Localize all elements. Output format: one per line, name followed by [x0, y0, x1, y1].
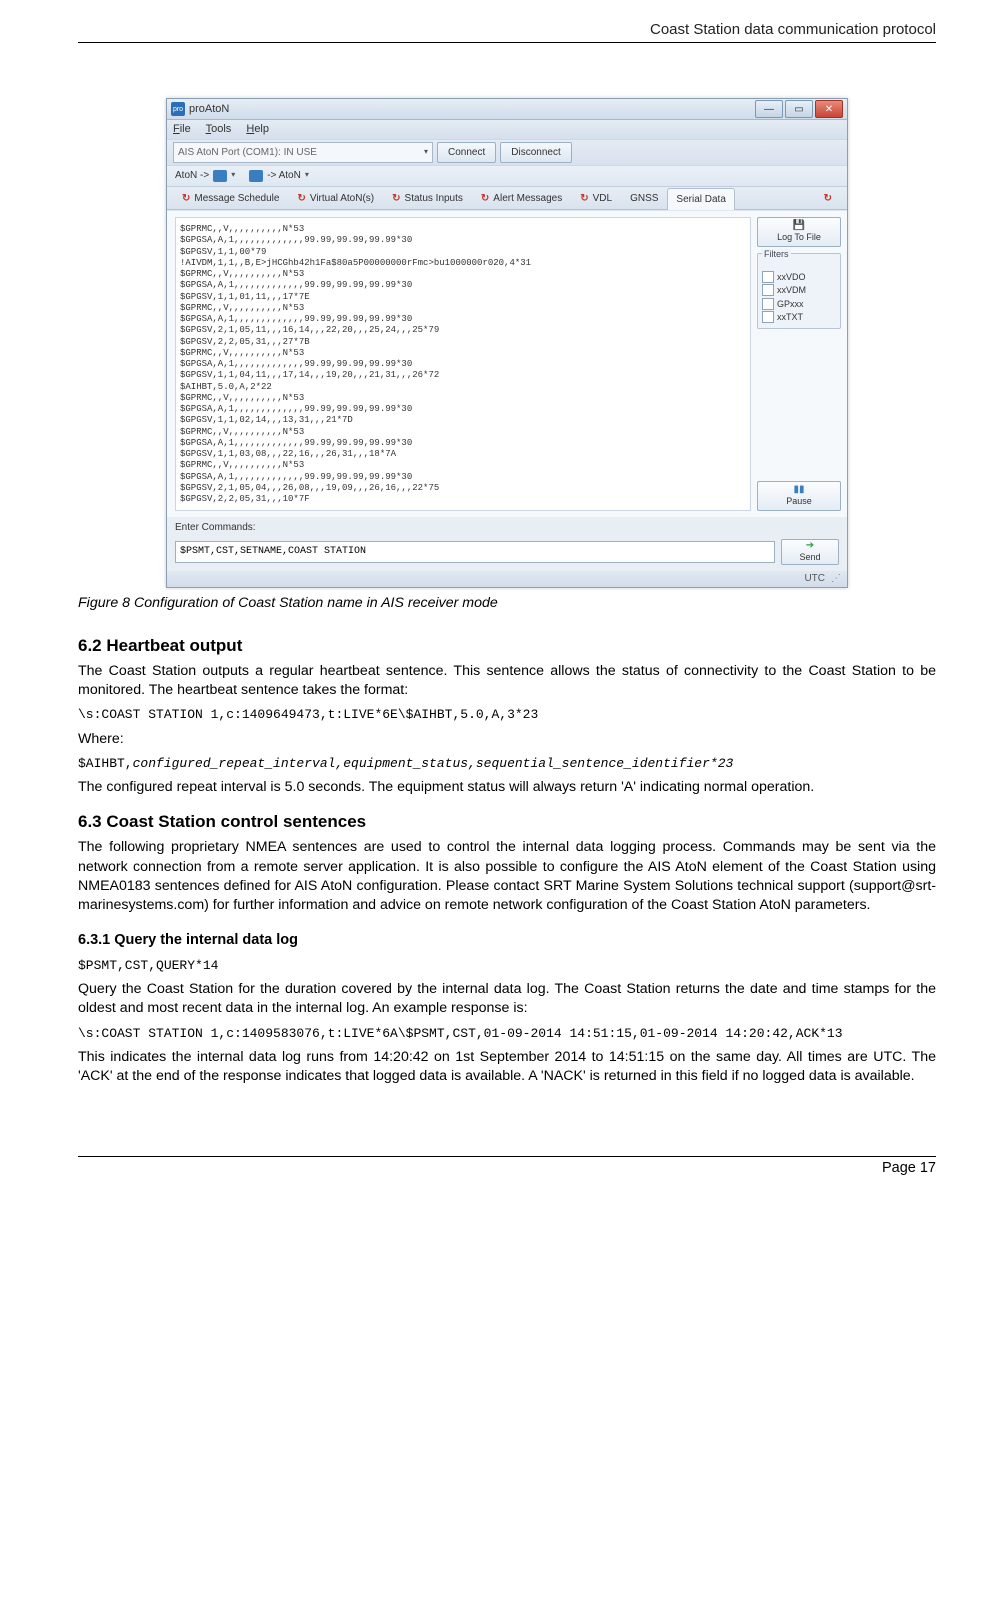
tab-virtual-atons[interactable]: ↻ Virtual AtoN(s): [288, 187, 383, 210]
section-6-2-code1: \s:COAST STATION 1,c:1409649473,t:LIVE*6…: [78, 706, 936, 724]
chevron-down-icon: ▾: [424, 147, 428, 158]
tab-label: Virtual AtoN(s): [310, 192, 374, 206]
tab-vdl[interactable]: ↻ VDL: [571, 187, 621, 210]
checkbox-icon: [762, 284, 774, 296]
code-literal: $AIHBT,: [78, 756, 133, 771]
menu-file[interactable]: File: [173, 123, 191, 135]
filter-label: xxVDO: [777, 271, 806, 283]
section-6-2-p2: The configured repeat interval is 5.0 se…: [78, 778, 936, 797]
tab-serial-data[interactable]: Serial Data: [667, 188, 734, 211]
section-6-2-title: 6.2 Heartbeat output: [78, 635, 936, 658]
app-window: pro proAtoN — ▭ ✕ File Tools Help AIS At…: [166, 98, 848, 587]
checkbox-icon: [762, 311, 774, 323]
app-title: proAtoN: [189, 102, 229, 117]
filter-gp[interactable]: GPxxx: [762, 298, 836, 310]
tab-message-schedule[interactable]: ↻ Message Schedule: [173, 187, 288, 210]
filters-group: Filters xxVDO xxVDM GPxxx xxTXT: [757, 253, 841, 329]
checkbox-icon: [762, 298, 774, 310]
section-6-2-p1: The Coast Station outputs a regular hear…: [78, 662, 936, 700]
app-titlebar: pro proAtoN — ▭ ✕: [167, 99, 847, 120]
tab-label: VDL: [593, 192, 612, 206]
page-footer: Page 17: [78, 1156, 936, 1179]
tab-status-inputs[interactable]: ↻ Status Inputs: [383, 187, 472, 210]
section-6-3-title: 6.3 Coast Station control sentences: [78, 811, 936, 834]
refresh-icon: ↻: [824, 192, 832, 206]
filter-label: GPxxx: [777, 298, 804, 310]
section-6-3-1-code2: \s:COAST STATION 1,c:1409583076,t:LIVE*6…: [78, 1025, 936, 1043]
refresh-icon: ↻: [182, 192, 190, 206]
chevron-down-icon[interactable]: ▾: [231, 170, 235, 181]
save-icon: 💾: [793, 221, 805, 231]
figure-8-container: pro proAtoN — ▭ ✕ File Tools Help AIS At…: [78, 98, 936, 587]
refresh-icon: ↻: [392, 192, 400, 206]
menu-help[interactable]: Help: [246, 123, 269, 135]
statusbar: UTC ⋰: [167, 571, 847, 587]
aton-toolbar: AtoN -> ▾ -> AtoN ▾: [167, 166, 847, 187]
filter-label: xxVDM: [777, 284, 806, 296]
refresh-icon: ↻: [580, 192, 588, 206]
filter-vdm[interactable]: xxVDM: [762, 284, 836, 296]
disconnect-button[interactable]: Disconnect: [500, 142, 571, 163]
aton-in-icon[interactable]: [249, 170, 263, 182]
side-panel: 💾 Log To File Filters xxVDO xxVDM GPxxx …: [755, 211, 847, 517]
section-6-3-p1: The following proprietary NMEA sentences…: [78, 838, 936, 915]
tab-alert-messages[interactable]: ↻ Alert Messages: [472, 187, 571, 210]
send-icon: ➔: [806, 541, 814, 551]
page-header: Coast Station data communication protoco…: [78, 20, 936, 43]
tab-label: Status Inputs: [405, 192, 463, 206]
pause-icon: ▮▮: [793, 485, 804, 495]
filters-title: Filters: [762, 249, 791, 259]
button-label: Log To File: [777, 231, 821, 243]
section-6-2-code2: $AIHBT,configured_repeat_interval,equipm…: [78, 755, 936, 773]
menubar: File Tools Help: [167, 120, 847, 139]
filter-vdo[interactable]: xxVDO: [762, 271, 836, 283]
maximize-button[interactable]: ▭: [785, 100, 813, 118]
section-6-3-1-title: 6.3.1 Query the internal data log: [78, 931, 936, 951]
log-to-file-button[interactable]: 💾 Log To File: [757, 217, 841, 247]
tab-label: GNSS: [630, 192, 658, 206]
minimize-button[interactable]: —: [755, 100, 783, 118]
aton-in-label: -> AtoN: [267, 169, 301, 183]
tab-label: Serial Data: [676, 193, 725, 207]
app-icon: pro: [171, 102, 185, 116]
app-body: $GPRMC,,V,,,,,,,,,,N*53 $GPGSA,A,1,,,,,,…: [167, 210, 847, 517]
code-italic: configured_repeat_interval,equipment_sta…: [133, 756, 734, 771]
button-label: Pause: [786, 495, 812, 507]
refresh-icon: ↻: [297, 192, 305, 206]
port-combo[interactable]: AIS AtoN Port (COM1): IN USE ▾: [173, 142, 433, 163]
command-row: ➔ Send: [167, 537, 847, 571]
connect-button[interactable]: Connect: [437, 142, 496, 163]
status-utc: UTC: [804, 572, 825, 586]
section-6-3-1-code1: $PSMT,CST,QUERY*14: [78, 957, 936, 975]
tab-gnss[interactable]: GNSS: [621, 187, 667, 210]
close-button[interactable]: ✕: [815, 100, 843, 118]
port-combo-text: AIS AtoN Port (COM1): IN USE: [178, 146, 317, 160]
section-6-3-1-p1: Query the Coast Station for the duration…: [78, 980, 936, 1018]
filter-label: xxTXT: [777, 311, 803, 323]
tab-label: Message Schedule: [194, 192, 279, 206]
connection-row: AIS AtoN Port (COM1): IN USE ▾ Connect D…: [167, 139, 847, 166]
command-input[interactable]: [175, 541, 775, 563]
tab-label: Alert Messages: [493, 192, 562, 206]
figure-8-caption: Figure 8 Configuration of Coast Station …: [78, 594, 936, 613]
filter-txt[interactable]: xxTXT: [762, 311, 836, 323]
aton-out-label: AtoN ->: [175, 169, 209, 183]
menu-tools[interactable]: Tools: [206, 123, 232, 135]
pause-button[interactable]: ▮▮ Pause: [757, 481, 841, 511]
resize-grip-icon: ⋰: [831, 572, 841, 586]
tab-overflow[interactable]: ↻: [815, 187, 841, 210]
serial-output: $GPRMC,,V,,,,,,,,,,N*53 $GPGSA,A,1,,,,,,…: [175, 217, 751, 511]
refresh-icon: ↻: [481, 192, 489, 206]
section-6-2-where: Where:: [78, 730, 936, 749]
button-label: Send: [799, 551, 820, 563]
chevron-down-icon[interactable]: ▾: [305, 170, 309, 181]
section-6-3-1-p2: This indicates the internal data log run…: [78, 1048, 936, 1086]
aton-out-icon[interactable]: [213, 170, 227, 182]
checkbox-icon: [762, 271, 774, 283]
send-button[interactable]: ➔ Send: [781, 539, 839, 565]
enter-commands-label: Enter Commands:: [167, 517, 847, 537]
tabs-row: ↻ Message Schedule ↻ Virtual AtoN(s) ↻ Stat…: [167, 187, 847, 211]
